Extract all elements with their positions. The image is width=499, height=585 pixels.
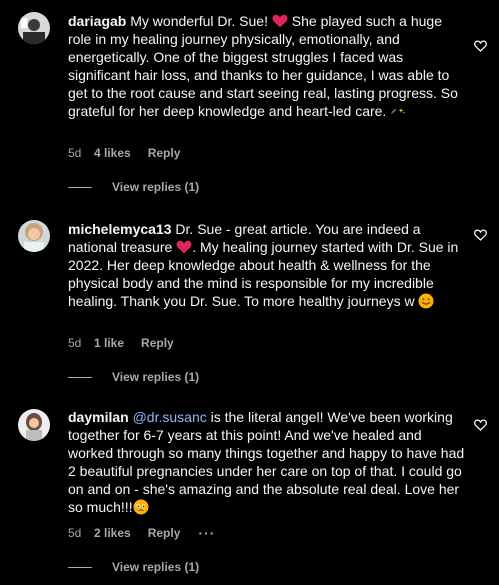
smiling-face-icon [418, 293, 434, 309]
comment-text: michelemyca13 Dr. Sue - great article. Y… [68, 221, 459, 309]
likes-count[interactable]: 4 likes [94, 145, 131, 161]
comment-text: daymilan @dr.susanc is the literal angel… [68, 409, 465, 515]
likes-count[interactable]: 2 likes [94, 525, 131, 541]
comment-meta: 5d 2 likes Reply ··· [68, 525, 215, 541]
avatar[interactable] [18, 409, 50, 441]
view-replies-button[interactable]: View replies (1) [68, 560, 199, 574]
comment-text: dariagab My wonderful Dr. Sue! She playe… [68, 13, 458, 119]
avatar[interactable] [18, 12, 50, 44]
reply-button[interactable]: Reply [148, 145, 181, 161]
more-options-button[interactable]: ··· [198, 525, 215, 541]
reply-button[interactable]: Reply [148, 525, 181, 541]
heart-outline-icon[interactable] [474, 419, 487, 431]
comment-username[interactable]: michelemyca13 [68, 221, 172, 237]
comment-username[interactable]: daymilan [68, 409, 129, 425]
comment-age: 5d [68, 526, 82, 540]
divider [68, 376, 92, 378]
comment-age: 5d [68, 146, 82, 160]
likes-count[interactable]: 1 like [94, 335, 124, 351]
face-holding-back-tears-icon [133, 499, 149, 515]
comment-username[interactable]: dariagab [68, 13, 126, 29]
divider [68, 566, 92, 568]
comment-meta: 5d 1 like Reply [68, 335, 174, 351]
red-heart-icon [176, 240, 192, 254]
view-replies-button[interactable]: View replies (1) [68, 370, 199, 384]
red-heart-icon [272, 14, 288, 28]
comment-age: 5d [68, 336, 82, 350]
mention-link[interactable]: @dr.susanc [133, 409, 207, 425]
comment-meta: 5d 4 likes Reply [68, 145, 180, 161]
heart-outline-icon[interactable] [474, 229, 487, 241]
heart-outline-icon[interactable] [474, 40, 487, 52]
avatar[interactable] [18, 220, 50, 252]
reply-button[interactable]: Reply [141, 335, 174, 351]
divider [68, 186, 92, 188]
view-replies-button[interactable]: View replies (1) [68, 180, 199, 194]
herb-sparkles-icon [391, 108, 406, 114]
